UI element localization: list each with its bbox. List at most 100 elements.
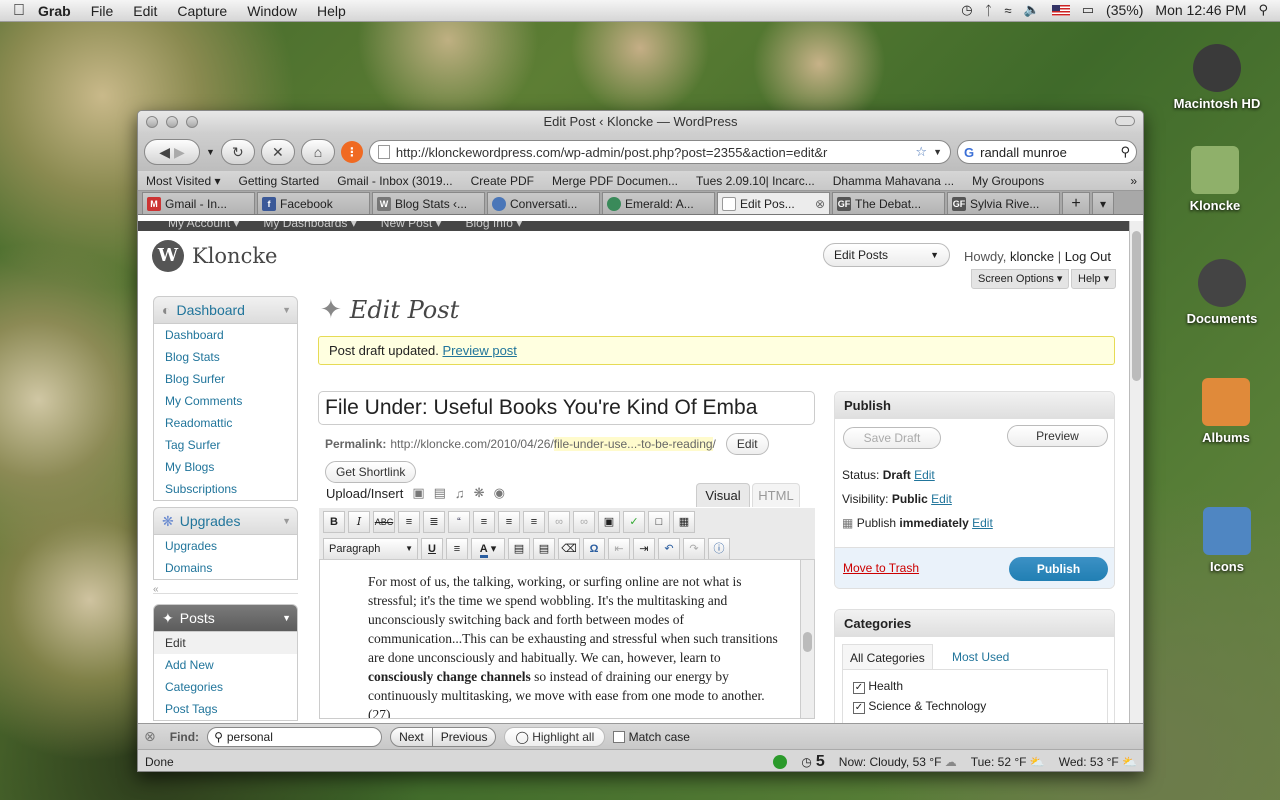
sidebar-item-domains[interactable]: Domains xyxy=(154,557,297,579)
back-icon[interactable]: ◀ xyxy=(159,144,170,161)
url-text[interactable]: http://klonckewordpress.com/wp-admin/pos… xyxy=(396,145,910,160)
text-color-icon[interactable]: A ▾ xyxy=(471,537,505,560)
sidebar-item-add-new[interactable]: Add New xyxy=(154,654,297,676)
close-window-button[interactable] xyxy=(146,116,158,128)
bullet-list-icon[interactable]: ≡ xyxy=(398,510,420,533)
wordpress-logo-icon[interactable]: W xyxy=(152,240,184,272)
history-dropdown-icon[interactable]: ▼ xyxy=(206,147,215,157)
page-scrollbar[interactable] xyxy=(1129,221,1143,723)
permalink-slug[interactable]: file-under-use...-to-be-reading xyxy=(553,437,713,451)
weather-now[interactable]: Now: Cloudy, 53 °F ☁ xyxy=(839,755,957,769)
menu-help[interactable]: Help xyxy=(317,3,346,19)
checkbox-checked-icon[interactable]: ✓ xyxy=(853,682,865,694)
highlight-all-button[interactable]: ◯ Highlight all xyxy=(504,726,606,747)
bluetooth-icon[interactable]: ᛏ xyxy=(985,3,993,18)
desktop-icon-albums[interactable]: Albums xyxy=(1176,378,1276,445)
admin-new-post[interactable]: New Post ▾ xyxy=(381,221,442,231)
zoom-window-button[interactable] xyxy=(186,116,198,128)
permalink-edit-button[interactable]: Edit xyxy=(725,433,769,455)
add-image-icon[interactable]: ▣ xyxy=(412,485,424,501)
back-forward-button[interactable]: ◀ ▶ xyxy=(144,139,200,165)
tab-list-button[interactable]: ▾ xyxy=(1092,192,1114,214)
bookmark-getting-started[interactable]: Getting Started xyxy=(239,174,320,188)
justify-icon[interactable]: ≡ xyxy=(446,537,468,560)
sidebar-item-upgrades[interactable]: Upgrades xyxy=(154,535,297,557)
desktop-icon-icons[interactable]: Icons xyxy=(1177,507,1277,574)
sidebar-item-blog-stats[interactable]: Blog Stats xyxy=(154,346,297,368)
visibility-edit-link[interactable]: Edit xyxy=(931,492,952,506)
edit-posts-select[interactable]: Edit Posts ▼ xyxy=(823,243,950,267)
find-next-button[interactable]: Next xyxy=(391,727,433,746)
sidebar-item-blog-surfer[interactable]: Blog Surfer xyxy=(154,368,297,390)
menu-edit[interactable]: Edit xyxy=(133,3,157,19)
tab-edit-post[interactable]: Edit Pos... ⊗ xyxy=(717,192,830,214)
bookmark-merge-pdf[interactable]: Merge PDF Documen... xyxy=(552,174,678,188)
menu-posts-head[interactable]: ✦ Posts ▼ xyxy=(153,604,298,632)
desktop-icon-kloncke[interactable]: Kloncke xyxy=(1165,146,1265,213)
logout-link[interactable]: Log Out xyxy=(1065,249,1111,264)
paste-word-icon[interactable]: ▤ xyxy=(533,537,555,560)
bookmark-gmail[interactable]: Gmail - Inbox (3019... xyxy=(337,174,452,188)
weather-wed[interactable]: Wed: 53 °F ⛅ xyxy=(1059,755,1137,769)
menu-dashboard-head[interactable]: ◐ Dashboard ▼ xyxy=(153,296,298,324)
editor-scrollbar[interactable] xyxy=(800,560,814,718)
tab-html[interactable]: HTML xyxy=(752,483,800,507)
checkbox-checked-icon[interactable]: ✓ xyxy=(853,702,865,714)
battery-icon[interactable]: ▭ xyxy=(1082,2,1094,18)
find-previous-button[interactable]: Previous xyxy=(433,728,496,746)
minimize-window-button[interactable] xyxy=(166,116,178,128)
tab-the-debate[interactable]: GF The Debat... xyxy=(832,192,945,214)
preview-button[interactable]: Preview xyxy=(1007,425,1108,447)
redo-icon[interactable]: ↷ xyxy=(683,537,705,560)
match-case-checkbox[interactable]: Match case xyxy=(613,730,690,744)
status-green-icon[interactable] xyxy=(773,754,788,769)
sidebar-item-edit[interactable]: Edit xyxy=(154,632,297,654)
forward-icon[interactable]: ▶ xyxy=(174,144,185,161)
sidebar-item-post-tags[interactable]: Post Tags xyxy=(154,698,297,720)
chevron-down-icon[interactable]: ▼ xyxy=(282,516,291,526)
indent-icon[interactable]: ⇥ xyxy=(633,537,655,560)
italic-icon[interactable]: I xyxy=(348,510,370,533)
home-button[interactable]: ⌂ xyxy=(300,139,335,165)
tab-blog-stats[interactable]: W Blog Stats ‹... xyxy=(372,192,485,214)
post-title-input[interactable]: File Under: Useful Books You're Kind Of … xyxy=(318,391,815,425)
admin-blog-info[interactable]: Blog Info ▾ xyxy=(466,221,523,231)
publish-button[interactable]: Publish xyxy=(1009,557,1108,581)
fullscreen-icon[interactable]: □ xyxy=(648,510,670,533)
stop-button[interactable]: ✕ xyxy=(260,139,295,165)
add-poll-icon[interactable]: ◉ xyxy=(494,485,505,501)
menu-capture[interactable]: Capture xyxy=(177,3,227,19)
help-button[interactable]: Help ▾ xyxy=(1071,269,1117,289)
tab-sylvia[interactable]: GF Sylvia Rive... xyxy=(947,192,1060,214)
link-icon[interactable]: ∞ xyxy=(548,510,570,533)
kitchen-sink-icon[interactable]: ▦ xyxy=(673,510,695,533)
category-item-science[interactable]: ✓ Science & Technology xyxy=(853,696,1107,716)
clock-icon[interactable]: ◷ xyxy=(801,755,811,769)
align-center-icon[interactable]: ≡ xyxy=(498,510,520,533)
save-draft-button[interactable]: Save Draft xyxy=(843,427,941,449)
publish-time-edit-link[interactable]: Edit xyxy=(972,516,993,530)
sidebar-item-my-comments[interactable]: My Comments xyxy=(154,390,297,412)
chevron-down-icon[interactable]: ▼ xyxy=(282,305,291,315)
move-to-trash-link[interactable]: Move to Trash xyxy=(843,561,919,575)
sidebar-item-dashboard[interactable]: Dashboard xyxy=(154,324,297,346)
reload-button[interactable]: ↻ xyxy=(220,139,255,165)
align-left-icon[interactable]: ≡ xyxy=(473,510,495,533)
admin-my-account[interactable]: My Account ▾ xyxy=(168,221,239,231)
clear-format-icon[interactable]: ⌫ xyxy=(558,537,580,560)
chevron-down-icon[interactable]: ▼ xyxy=(282,613,291,623)
new-tab-button[interactable]: + xyxy=(1062,192,1090,214)
bookmark-dhamma[interactable]: Dhamma Mahavana ... xyxy=(833,174,954,188)
sidebar-item-subscriptions[interactable]: Subscriptions xyxy=(154,478,297,500)
addon-icon[interactable]: ⋮ xyxy=(340,141,363,163)
sidebar-item-tag-surfer[interactable]: Tag Surfer xyxy=(154,434,297,456)
category-item-health[interactable]: ✓ Health xyxy=(853,676,1107,696)
find-input[interactable]: ⚲ personal xyxy=(207,726,383,747)
get-shortlink-button[interactable]: Get Shortlink xyxy=(325,461,417,483)
add-audio-icon[interactable]: ♫ xyxy=(455,486,465,501)
user-link[interactable]: kloncke xyxy=(1010,249,1054,264)
preview-post-link[interactable]: Preview post xyxy=(442,343,516,358)
numbered-list-icon[interactable]: ≣ xyxy=(423,510,445,533)
tab-conversation[interactable]: Conversati... xyxy=(487,192,600,214)
blog-name[interactable]: Kloncke xyxy=(192,244,278,268)
